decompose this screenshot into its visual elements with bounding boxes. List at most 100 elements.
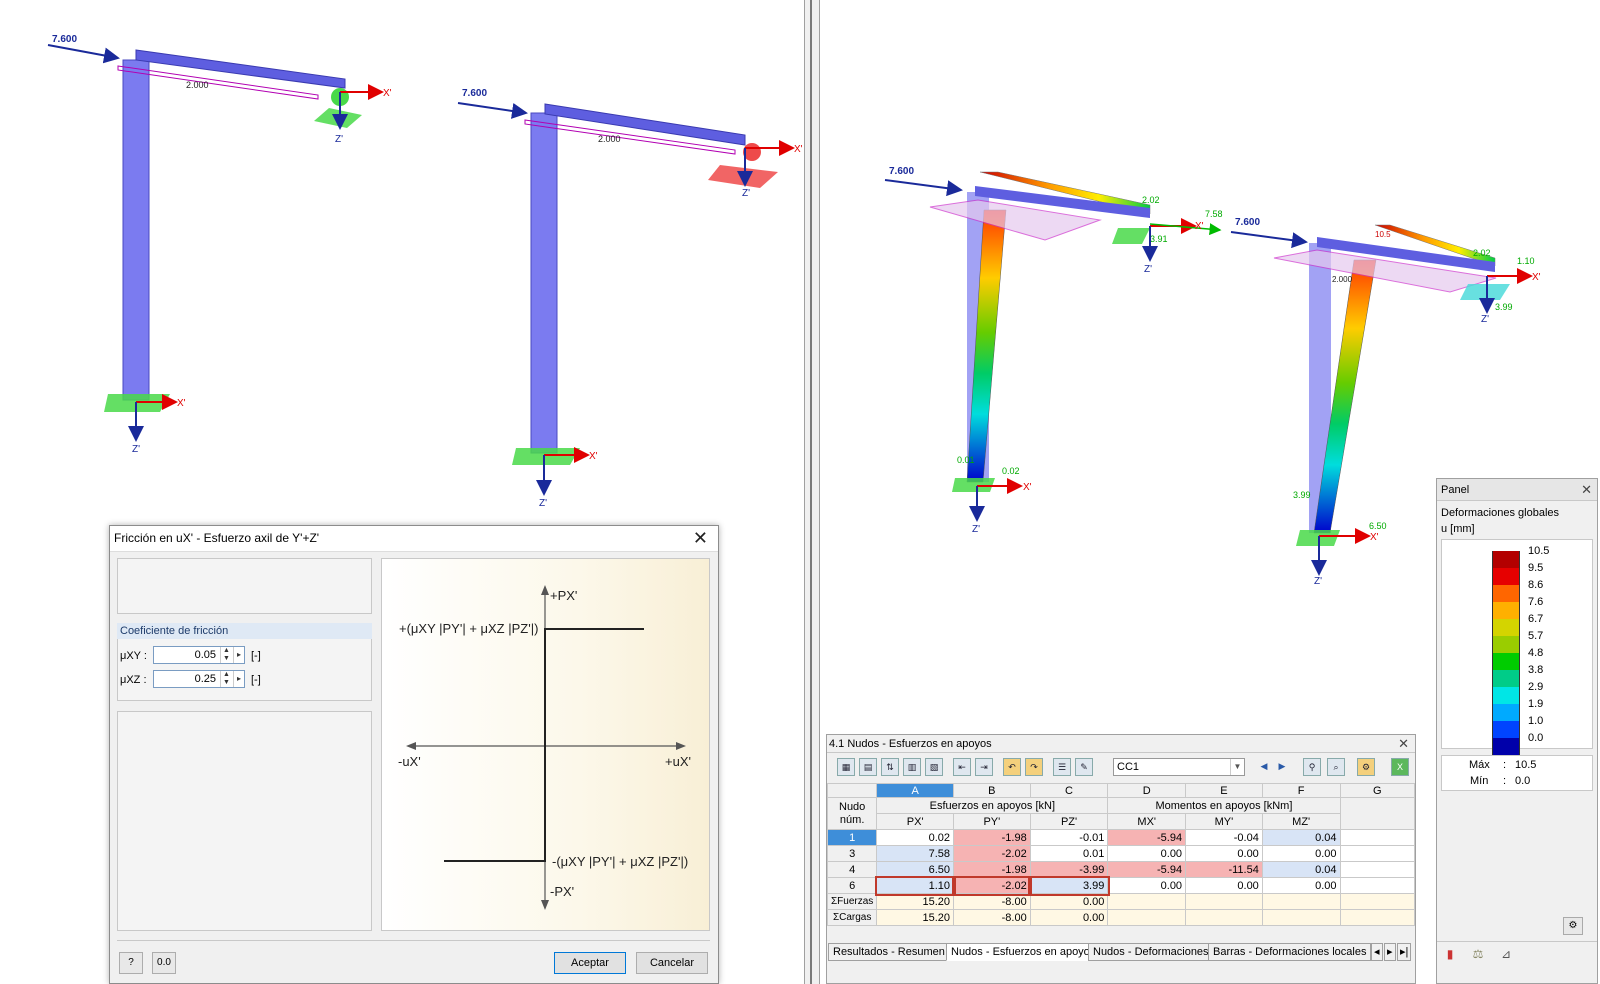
pz-cell[interactable]: -0.01 <box>1029 829 1109 846</box>
arrow-right-icon[interactable]: ▶ <box>1273 758 1291 776</box>
sort-icon[interactable]: ⇅ <box>881 758 899 776</box>
tab-member-deformations[interactable]: Barras - Deformaciones locales <box>1208 943 1372 961</box>
close-icon[interactable]: ✕ <box>1581 482 1592 498</box>
frame-model-2[interactable]: 7.600 2.000 X' Z' X' Z' <box>457 88 803 509</box>
pz-cell[interactable]: -3.99 <box>1029 861 1109 878</box>
col-letter[interactable]: F <box>1261 783 1341 798</box>
py-cell[interactable]: -1.98 <box>953 861 1031 878</box>
col-letter[interactable]: A <box>876 783 955 798</box>
empty-cell[interactable] <box>1261 909 1341 926</box>
balance-icon[interactable]: ⚖ <box>1469 947 1487 965</box>
empty-cell[interactable] <box>1339 845 1415 862</box>
settings-icon[interactable]: ⚙ <box>1357 758 1375 776</box>
chevron-right-icon[interactable]: ▸ <box>233 671 244 687</box>
sum-row[interactable]: ΣCargas 15.20 -8.00 0.00 <box>826 909 1415 926</box>
py-cell[interactable]: -2.02 <box>951 875 1033 896</box>
table-row[interactable]: 1 0.02 -1.98 -0.01 -5.94 -0.04 0.04 <box>826 829 1415 846</box>
empty-cell[interactable] <box>1339 861 1415 878</box>
tab-nav-last-icon[interactable]: ▸| <box>1397 943 1412 961</box>
decimals-button[interactable]: 0.0 <box>152 952 176 974</box>
node-number[interactable]: 3 <box>826 845 878 862</box>
close-icon[interactable]: ✕ <box>693 528 708 549</box>
py-sum[interactable]: -8.00 <box>953 893 1031 910</box>
undo-icon[interactable]: ↶ <box>1003 758 1021 776</box>
filter-icon[interactable]: ▥ <box>903 758 921 776</box>
next-table-icon[interactable]: ⇥ <box>975 758 993 776</box>
empty-cell[interactable] <box>1261 893 1341 910</box>
tab-nav-right-icon[interactable]: ▸ <box>1384 943 1396 961</box>
pz-cell[interactable]: 0.01 <box>1029 845 1109 862</box>
px-cell[interactable]: 6.50 <box>876 861 955 878</box>
col-letter[interactable]: E <box>1185 783 1263 798</box>
chevron-right-icon[interactable]: ▸ <box>233 647 244 663</box>
table-icon[interactable]: ▤ <box>859 758 877 776</box>
color-scale-icon[interactable]: ▮ <box>1441 947 1459 965</box>
color-legend[interactable]: 10.5 9.5 8.6 7.6 6.7 5.7 4.8 3.8 2.9 1.9 1.0 0.0 <box>1437 545 1597 755</box>
tab-summary[interactable]: Resultados - Resumen <box>828 943 950 961</box>
sum-row[interactable]: ΣFuerzas 15.20 -8.00 0.00 <box>826 893 1415 910</box>
table-row[interactable]: 3 7.58 -2.02 0.01 0.00 0.00 0.00 <box>826 845 1415 862</box>
mx-cell[interactable]: 0.00 <box>1107 845 1187 862</box>
pz-sum[interactable]: 0.00 <box>1029 893 1109 910</box>
dialog-titlebar[interactable]: Fricción en uX' - Esfuerzo axil de Y'+Z'… <box>110 526 718 552</box>
empty-cell[interactable] <box>1339 893 1415 910</box>
col-letter[interactable]: G <box>1339 783 1415 798</box>
mz-cell[interactable]: 0.00 <box>1261 877 1341 894</box>
col-letter[interactable]: D <box>1107 783 1187 798</box>
chevron-down-icon[interactable]: ▼ <box>1230 759 1244 775</box>
table-row[interactable]: 4 6.50 -1.98 -3.99 -5.94 -11.54 0.04 <box>826 861 1415 878</box>
empty-cell[interactable] <box>1339 829 1415 846</box>
export-icon[interactable]: ▦ <box>837 758 855 776</box>
tab-nav-left-icon[interactable]: ◂ <box>1371 943 1383 961</box>
panel-settings-icon[interactable]: ⚙ <box>1563 917 1583 935</box>
empty-cell[interactable] <box>1107 909 1187 926</box>
node-number[interactable]: 1 <box>826 829 878 846</box>
help-button[interactable]: ? <box>119 952 143 974</box>
mx-cell[interactable]: 0.00 <box>1107 877 1187 894</box>
px-sum[interactable]: 15.20 <box>876 893 955 910</box>
mz-cell[interactable]: 0.00 <box>1261 845 1341 862</box>
px-cell[interactable]: 1.10 <box>874 875 956 896</box>
left-viewport[interactable]: 7.600 2.000 X' Z' X' Z' 7.600 2.000 X' Z… <box>0 0 804 525</box>
col-letter[interactable]: B <box>953 783 1031 798</box>
my-cell[interactable]: -11.54 <box>1185 861 1263 878</box>
close-icon[interactable]: ✕ <box>1398 736 1409 752</box>
mx-cell[interactable]: -5.94 <box>1107 861 1187 878</box>
mx-cell[interactable]: -5.94 <box>1107 829 1187 846</box>
py-cell[interactable]: -2.02 <box>953 845 1031 862</box>
filter-icon[interactable]: ⊿ <box>1497 947 1515 965</box>
spinner-icon[interactable]: ▲ ▼ <box>220 671 232 687</box>
redo-icon[interactable]: ↷ <box>1025 758 1043 776</box>
px-cell[interactable]: 0.02 <box>876 829 955 846</box>
my-cell[interactable]: -0.04 <box>1185 829 1263 846</box>
edit-icon[interactable]: ✎ <box>1075 758 1093 776</box>
excel-icon[interactable]: X <box>1391 758 1409 776</box>
px-cell[interactable]: 7.58 <box>876 845 955 862</box>
deformed-model-1[interactable]: 7.600 2.02 7.58 3.91 X' Z' 0.01 0.02 X' … <box>884 166 1223 535</box>
columns-icon[interactable]: ☰ <box>1053 758 1071 776</box>
my-cell[interactable]: 0.00 <box>1185 877 1263 894</box>
arrow-left-icon[interactable]: ◀ <box>1255 758 1273 776</box>
empty-cell[interactable] <box>1339 909 1415 926</box>
ok-button[interactable]: Aceptar <box>554 952 626 974</box>
frame-model-1[interactable]: 7.600 2.000 X' Z' X' Z' <box>47 34 392 455</box>
py-sum[interactable]: -8.00 <box>953 909 1031 926</box>
prev-table-icon[interactable]: ⇤ <box>953 758 971 776</box>
pz-sum[interactable]: 0.00 <box>1029 909 1109 926</box>
node-number[interactable]: 6 <box>826 877 878 894</box>
mz-cell[interactable]: 0.04 <box>1261 829 1341 846</box>
pin-icon[interactable]: ⚲ <box>1303 758 1321 776</box>
empty-cell[interactable] <box>1107 893 1187 910</box>
pz-cell[interactable]: 3.99 <box>1028 875 1110 896</box>
tab-support-forces[interactable]: Nudos - Esfuerzos en apoyos <box>946 943 1101 961</box>
load-case-select[interactable]: CC1 ▼ <box>1113 758 1245 776</box>
node-number[interactable]: 4 <box>826 861 878 878</box>
spinner-icon[interactable]: ▲ ▼ <box>220 647 232 663</box>
chart-icon[interactable]: ▧ <box>925 758 943 776</box>
mu-xy-input[interactable]: 0.05 ▲ ▼ ▸ <box>153 646 245 664</box>
py-cell[interactable]: -1.98 <box>953 829 1031 846</box>
col-letter[interactable]: C <box>1029 783 1109 798</box>
my-cell[interactable]: 0.00 <box>1185 845 1263 862</box>
px-sum[interactable]: 15.20 <box>876 909 955 926</box>
cancel-button[interactable]: Cancelar <box>636 952 708 974</box>
